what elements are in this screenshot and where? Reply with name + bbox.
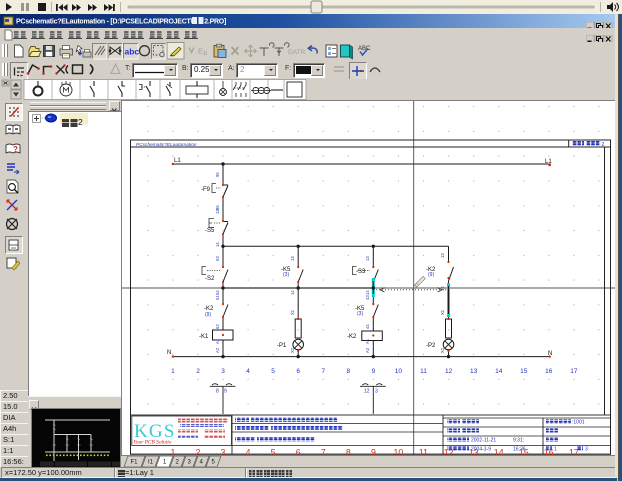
- svg-text:3: 3: [221, 368, 225, 375]
- svg-text:?: ?: [13, 145, 18, 154]
- svg-text:8: 8: [346, 368, 350, 375]
- svg-text:X1: X1: [440, 309, 445, 315]
- svg-text:6: 6: [296, 368, 300, 375]
- svg-text:A2: A2: [365, 347, 370, 353]
- svg-text:I1: I1: [148, 460, 154, 466]
- svg-text:A1: A1: [365, 338, 370, 344]
- svg-text:abc: abc: [125, 47, 140, 57]
- svg-text:(3): (3): [357, 311, 363, 317]
- svg-text:-K2: -K2: [347, 334, 357, 340]
- svg-text:E: E: [198, 47, 203, 56]
- svg-text:L1: L1: [174, 158, 181, 164]
- svg-text:13: 13: [365, 256, 370, 261]
- svg-text:N: N: [548, 351, 552, 357]
- svg-text:13: 13: [215, 209, 220, 214]
- svg-text:12: 12: [445, 368, 453, 375]
- svg-text:11: 11: [420, 368, 427, 375]
- svg-text:53: 53: [215, 256, 220, 261]
- svg-text:X1: X1: [290, 309, 295, 315]
- svg-text:(9): (9): [205, 312, 211, 318]
- svg-text:-P2: -P2: [426, 343, 436, 349]
- svg-text:N: N: [167, 350, 171, 356]
- svg-text:-S5: -S5: [205, 228, 215, 234]
- svg-text:L1: L1: [545, 159, 552, 165]
- svg-text:(3): (3): [283, 272, 289, 278]
- svg-text:95: 95: [215, 172, 220, 177]
- svg-text:-K1: -K1: [199, 334, 209, 340]
- svg-text:2: 2: [196, 368, 200, 375]
- svg-text:F1: F1: [131, 460, 139, 466]
- svg-text:DATR: DATR: [288, 49, 306, 56]
- svg-text:14: 14: [215, 242, 220, 247]
- svg-text:PCschematic?ELautomation: PCschematic?ELautomation: [136, 142, 197, 148]
- svg-text:62: 62: [215, 324, 220, 329]
- svg-text:1: 1: [554, 446, 557, 452]
- svg-text:9:31:: 9:31:: [513, 437, 524, 443]
- svg-text:(9): (9): [428, 272, 434, 278]
- svg-text:14: 14: [365, 290, 370, 295]
- svg-text:14: 14: [495, 368, 503, 375]
- svg-text:A1: A1: [215, 338, 220, 344]
- svg-text:-S2: -S2: [205, 276, 215, 282]
- svg-text:13: 13: [290, 256, 295, 261]
- svg-text:9: 9: [224, 389, 227, 395]
- svg-text:8: 8: [216, 389, 219, 395]
- svg-text:61: 61: [215, 295, 220, 300]
- svg-text:-S3: -S3: [356, 269, 366, 275]
- svg-text:2: 2: [602, 142, 605, 148]
- svg-text:7: 7: [321, 368, 325, 375]
- svg-text:5: 5: [271, 368, 275, 375]
- svg-text:1: 1: [171, 368, 175, 375]
- svg-text:96: 96: [215, 205, 220, 210]
- svg-text:13: 13: [470, 368, 478, 375]
- svg-text:16: 16: [545, 368, 553, 375]
- svg-text:4: 4: [246, 368, 250, 375]
- svg-text:14: 14: [290, 290, 295, 295]
- svg-text:-Your PCB Solutio: -Your PCB Solutio: [132, 440, 172, 446]
- svg-text:2002-11-21: 2002-11-21: [471, 437, 496, 443]
- svg-text:3: 3: [585, 446, 588, 452]
- svg-text:-P1: -P1: [277, 343, 287, 349]
- svg-text:10: 10: [395, 368, 403, 375]
- svg-text:b: b: [204, 50, 208, 57]
- svg-text:44: 44: [365, 324, 370, 329]
- svg-text:9: 9: [372, 368, 376, 375]
- svg-text:-F9: -F9: [201, 187, 211, 193]
- svg-text:A2: A2: [215, 347, 220, 353]
- svg-text:ABC: ABC: [358, 46, 371, 52]
- svg-text:17: 17: [570, 368, 578, 375]
- svg-text:54: 54: [215, 290, 220, 295]
- svg-text:15: 15: [520, 368, 528, 375]
- svg-text:X2: X2: [440, 347, 445, 353]
- svg-text:12: 12: [364, 389, 370, 395]
- svg-text:13: 13: [440, 253, 445, 258]
- svg-text::1001: :1001: [572, 419, 585, 425]
- svg-text:3: 3: [375, 389, 378, 395]
- svg-text:14: 14: [440, 286, 445, 291]
- svg-text:X2: X2: [290, 347, 295, 353]
- svg-text:43: 43: [365, 295, 370, 300]
